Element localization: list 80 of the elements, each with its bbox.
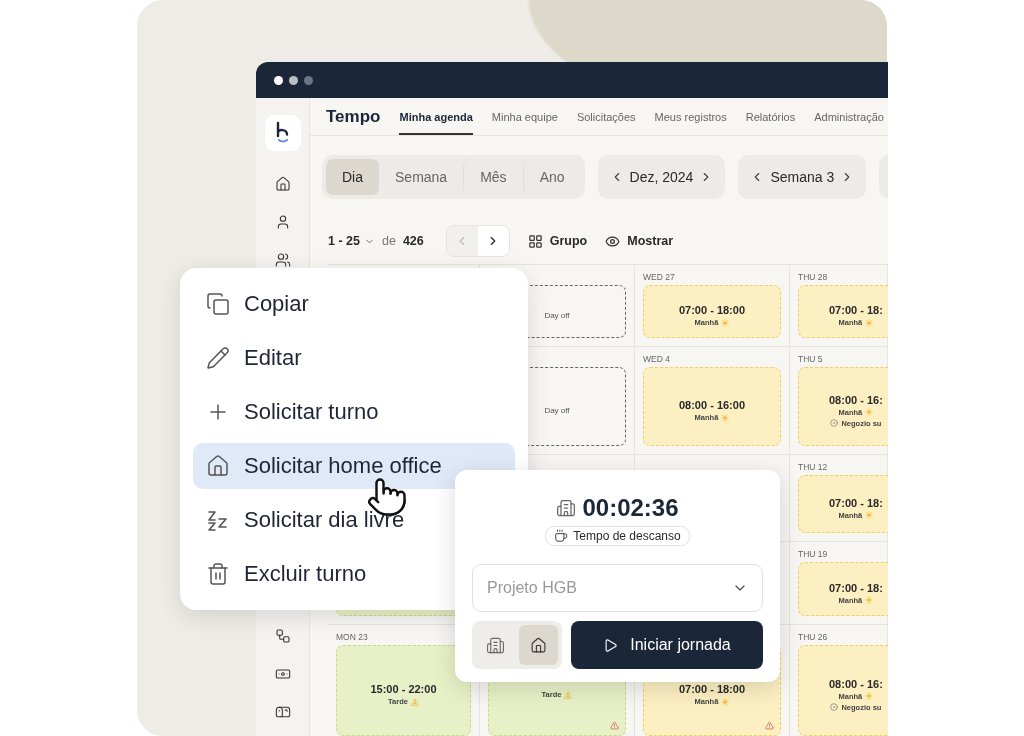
window-dot[interactable] — [289, 75, 298, 85]
day-label: THU 26 — [798, 631, 829, 643]
shift-time: 07:00 - 18:00 — [678, 683, 745, 695]
day-off-label: Day off — [544, 311, 570, 320]
warning-icon — [610, 721, 619, 730]
building-icon — [486, 635, 505, 655]
home-icon[interactable] — [274, 176, 291, 192]
sun-icon — [721, 318, 730, 327]
view-tab[interactable]: Mês — [463, 159, 523, 195]
shift-time: 07:00 - 18: — [829, 496, 883, 509]
workflow-icon[interactable] — [274, 628, 291, 644]
sun-icon — [865, 596, 874, 604]
shift-time: 15:00 - 22:00 — [370, 683, 437, 695]
nav-tab[interactable]: Relatórios — [745, 98, 796, 135]
window-dot[interactable] — [304, 75, 313, 85]
total-count: 426 — [402, 234, 424, 248]
banknote-icon[interactable] — [274, 666, 291, 682]
sun-icon — [865, 408, 874, 416]
mailbox-icon[interactable] — [274, 704, 291, 720]
eye-icon — [605, 233, 621, 249]
day-label: WED 4 — [643, 353, 671, 365]
pencil-icon — [206, 346, 230, 370]
timer-value: 00:02:36 — [582, 494, 679, 522]
day-label: THU 12 — [798, 461, 829, 473]
month-label: Dez, 2024 — [629, 169, 694, 185]
menu-item[interactable]: Solicitar home office — [193, 443, 515, 489]
week-label: Semana 3 — [770, 169, 835, 185]
page-range[interactable]: 1 - 25 — [328, 234, 360, 248]
view-tab[interactable]: Semana — [379, 159, 464, 195]
shift-time: 08:00 - 16:00 — [678, 399, 745, 411]
break-status-chip: Tempo de descanso — [545, 526, 690, 546]
range-of-label: de — [381, 234, 396, 248]
grid-icon — [527, 233, 543, 249]
day-label: THU 19 — [798, 548, 829, 560]
window-dot[interactable] — [274, 75, 283, 85]
day-label: MON 23 — [336, 631, 369, 643]
shift-time: 08:00 - 16: — [829, 677, 883, 690]
view-tab[interactable]: Ano — [522, 159, 581, 195]
sun-icon — [721, 697, 730, 706]
shift-time: 07:00 - 18: — [829, 304, 883, 316]
nav-tab[interactable]: Solicitações — [576, 98, 636, 135]
sunset-icon — [564, 690, 573, 699]
logo-tile[interactable] — [264, 115, 301, 151]
day-label: THU 5 — [798, 353, 824, 365]
group-button[interactable]: Grupo — [527, 233, 588, 249]
day-off-label: Day off — [544, 406, 570, 415]
nav-tab[interactable]: Minha equipe — [491, 98, 558, 135]
view-tab[interactable]: Dia — [326, 159, 379, 195]
home-mode-button[interactable] — [519, 625, 558, 665]
play-icon — [603, 637, 619, 653]
location-icon — [830, 419, 839, 427]
users-icon[interactable] — [274, 252, 291, 268]
nav-tab[interactable]: Meus registros — [654, 98, 727, 135]
sun-icon — [865, 511, 874, 519]
nav-tab[interactable]: Administração — [814, 98, 884, 135]
sun-icon — [721, 413, 730, 422]
house-icon — [206, 454, 230, 478]
start-shift-button[interactable]: Iniciar jornada — [571, 621, 763, 669]
select-placeholder: Projeto HGB — [487, 579, 577, 597]
sun-icon — [865, 692, 874, 700]
coffee-icon — [554, 529, 569, 543]
week-picker[interactable]: Semana 3 — [738, 155, 867, 199]
nav-tab[interactable]: Minha agenda — [399, 98, 473, 135]
shift-time: 08:00 - 16: — [829, 393, 883, 406]
sun-icon — [865, 318, 874, 327]
show-button[interactable]: Mostrar — [605, 233, 674, 249]
sleep-icon — [206, 508, 230, 532]
copy-icon — [206, 292, 230, 316]
shift-time: 07:00 - 18:00 — [678, 304, 745, 316]
location-icon — [830, 703, 839, 711]
sunset-icon — [410, 697, 419, 706]
day-label: WED 27 — [643, 271, 676, 283]
shift-time: 07:00 - 18: — [829, 581, 883, 594]
trash-icon — [206, 562, 230, 586]
day-label: THU 28 — [798, 271, 829, 283]
warning-icon — [765, 721, 774, 730]
page-title: Tempo — [326, 106, 381, 127]
month-picker[interactable]: Dez, 2024 — [597, 155, 726, 199]
building-icon — [556, 498, 577, 518]
house-icon — [530, 636, 547, 654]
